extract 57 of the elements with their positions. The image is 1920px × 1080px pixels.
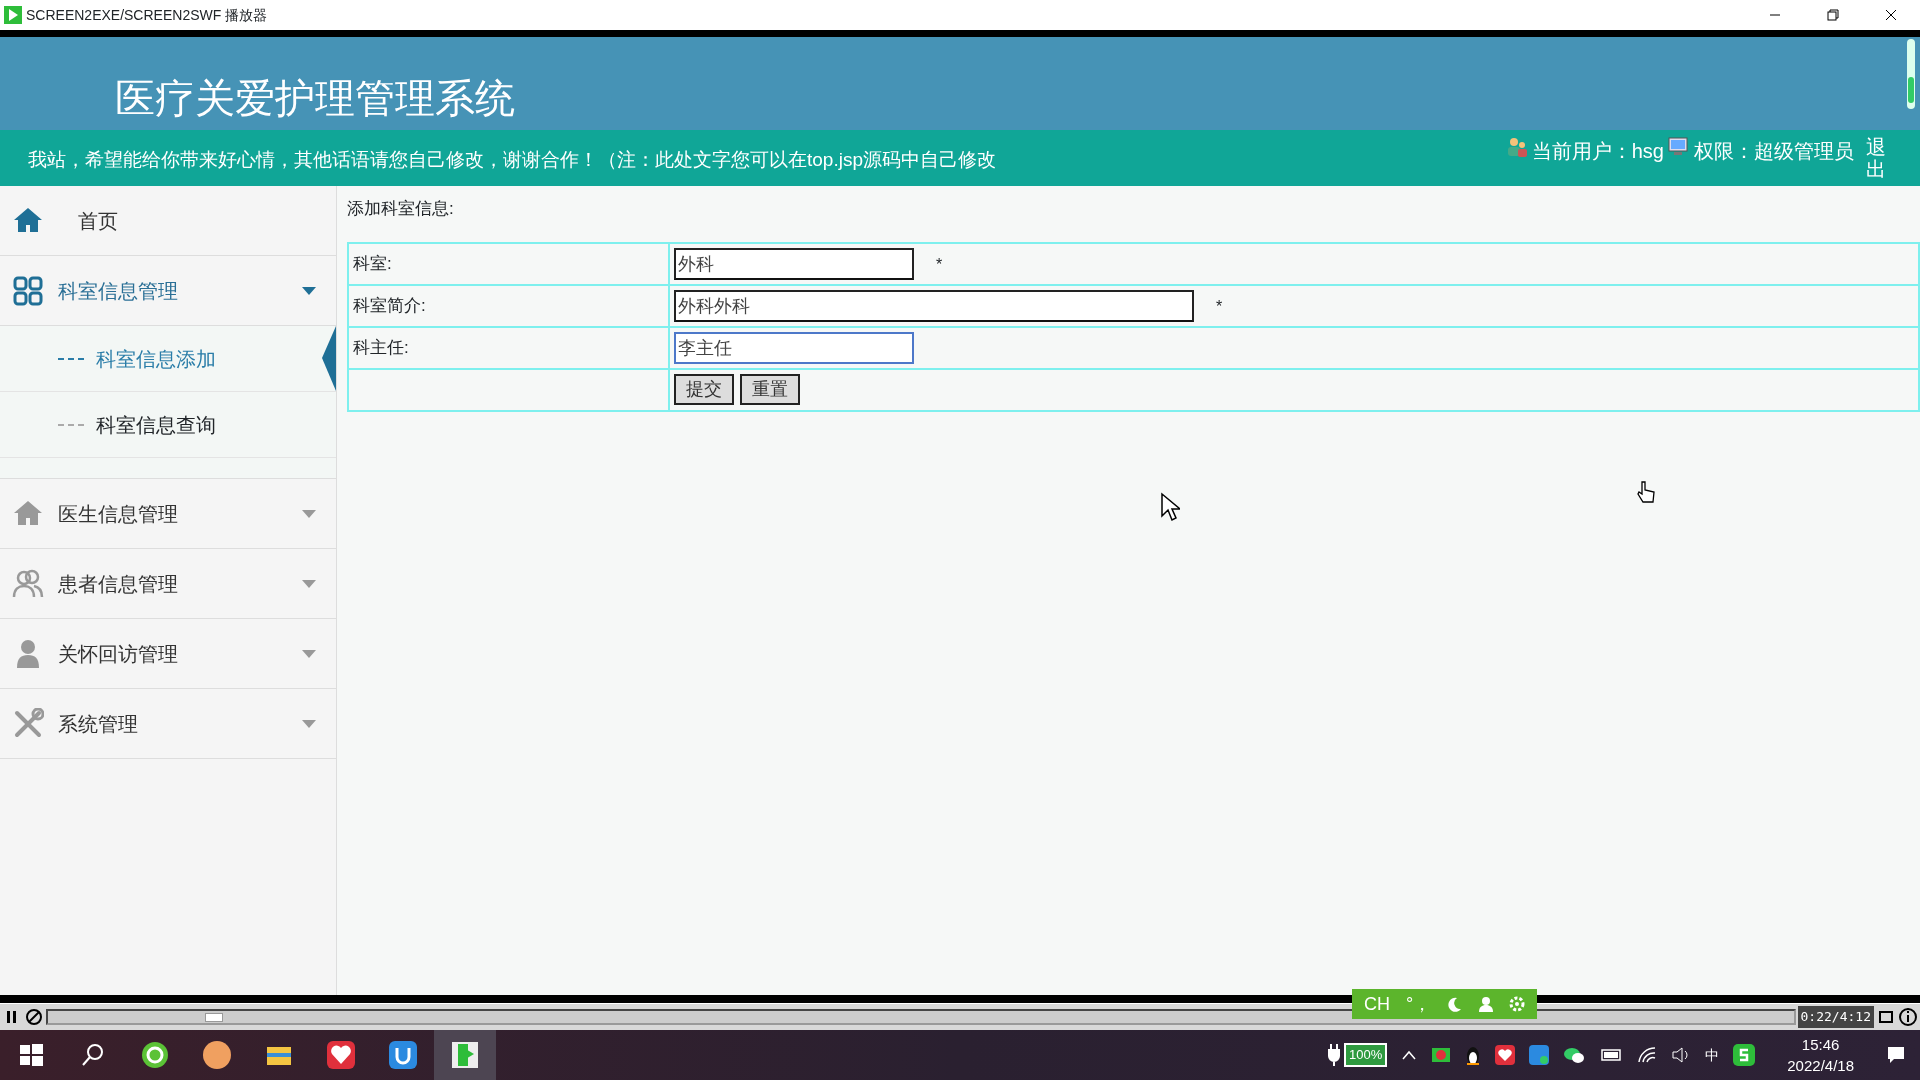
submenu-item[interactable]: 科室信息添加 (0, 326, 336, 392)
wifi-icon[interactable] (1637, 1046, 1658, 1064)
browser-icon[interactable] (140, 1040, 170, 1070)
record-app-icon[interactable] (1431, 1045, 1452, 1065)
mouse-pointer-icon (1160, 492, 1180, 522)
settings-icon[interactable] (1509, 996, 1526, 1012)
submit-button[interactable]: 提交 (674, 374, 734, 405)
progress-thumb[interactable] (205, 1013, 224, 1022)
form-label: 科室: (348, 242, 669, 285)
form-label: 科主任: (348, 326, 669, 369)
plug-icon (1328, 1044, 1340, 1066)
battery-icon[interactable] (1599, 1047, 1624, 1063)
sidebar-item[interactable]: 医生信息管理 (0, 479, 336, 549)
playback-time: 0:22/4:12 (1797, 1006, 1874, 1028)
required-mark: * (936, 255, 943, 273)
notice-text: 我站，希望能给你带来好心情，其他话语请您自己修改，谢谢合作！（注：此处文字您可以在top.jsp源码中自己修改 (27, 148, 997, 172)
clock-date[interactable]: 2022/4/18 (1787, 1055, 1854, 1076)
round-app-icon[interactable] (202, 1040, 232, 1070)
user-icon[interactable] (1479, 996, 1494, 1012)
grid-icon (12, 274, 44, 307)
s-app-icon[interactable] (1733, 1044, 1756, 1066)
sidebar-item[interactable]: 系统管理 (0, 689, 336, 759)
reset-button[interactable]: 重置 (740, 374, 800, 405)
users-icon (1505, 136, 1528, 158)
sidebar-item[interactable]: 关怀回访管理 (0, 619, 336, 689)
selection-arrow-icon (322, 326, 336, 391)
required-mark: * (1216, 297, 1223, 315)
app-logo-icon (4, 6, 22, 24)
scrollbar-icon (1906, 39, 1916, 109)
penguin-icon[interactable] (1465, 1044, 1482, 1066)
monitor-icon (1668, 136, 1690, 158)
sidebar-item[interactable]: 首页 (0, 186, 336, 256)
submenu-item[interactable]: 科室信息查询 (0, 392, 336, 458)
form-heading: 添加科室信息: (347, 198, 455, 220)
battery-indicator[interactable]: 100% (1344, 1043, 1388, 1067)
info-icon[interactable] (1898, 1006, 1918, 1028)
ime-indicator[interactable]: 中 (1705, 1044, 1720, 1066)
hand-pointer-icon (1636, 480, 1656, 504)
users-outline-icon (12, 567, 44, 600)
input-field[interactable]: 外科外科 (674, 289, 1194, 322)
clock-time[interactable]: 15:46 (1787, 1034, 1854, 1055)
stop-icon[interactable] (24, 1006, 44, 1028)
player-app-icon[interactable] (450, 1040, 480, 1070)
input-field[interactable]: 李主任 (674, 331, 914, 364)
system-title: 医疗关爱护理管理系统 (115, 74, 515, 123)
role-text: 权限：超级管理员 (1694, 139, 1854, 164)
chat-icon[interactable] (1563, 1045, 1586, 1065)
tools-icon (12, 707, 44, 740)
heart-app-icon[interactable] (1495, 1045, 1516, 1065)
sidebar-item[interactable]: 患者信息管理 (0, 549, 336, 619)
current-user-text: 当前用户：hsg (1531, 139, 1664, 164)
window-title: SCREEN2EXE/SCREEN2SWF 播放器 (26, 5, 268, 25)
form-label: 科室简介: (348, 284, 669, 327)
notification-icon[interactable] (1886, 1045, 1906, 1065)
input-field[interactable]: 外科 (674, 247, 914, 280)
shield-app-icon[interactable] (388, 1040, 418, 1070)
heart-app-icon[interactable] (326, 1040, 356, 1070)
